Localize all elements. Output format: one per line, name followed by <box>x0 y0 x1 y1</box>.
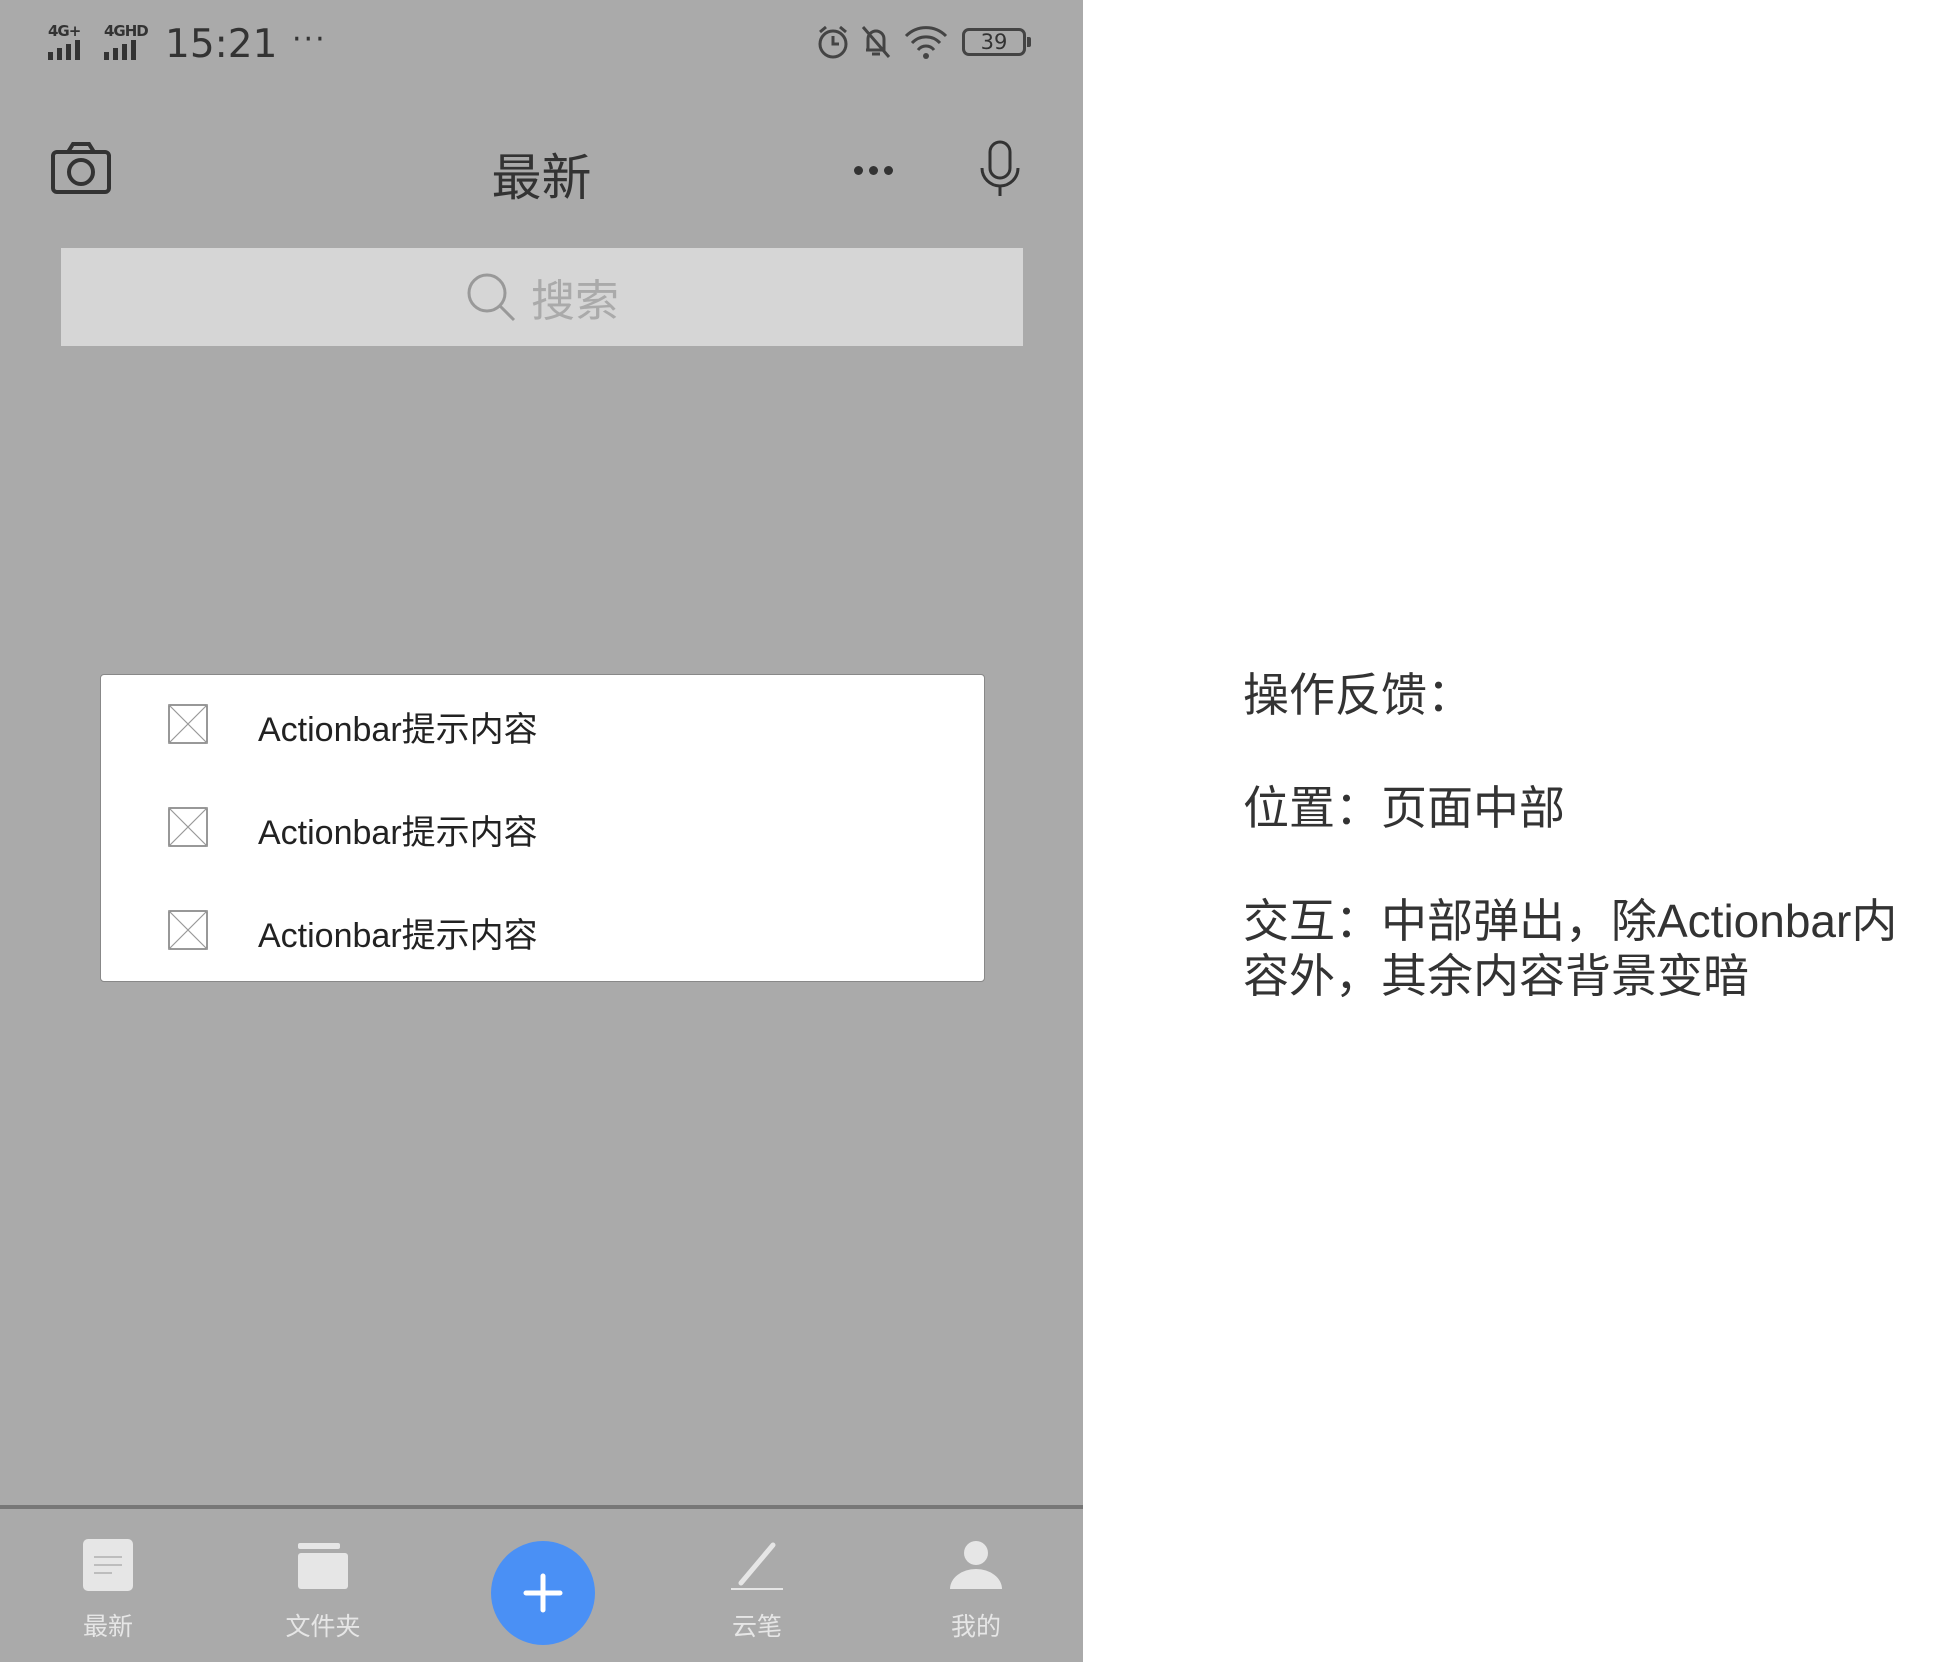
wifi-icon <box>904 26 948 59</box>
nav-label: 文件夹 <box>285 1612 361 1641</box>
placeholder-image-icon <box>168 807 208 847</box>
search-placeholder: 搜索 <box>531 276 619 327</box>
nav-label: 最新 <box>82 1612 133 1641</box>
annotation-heading: 操作反馈： <box>1243 669 1473 721</box>
action-item-label: Actionbar提示内容 <box>258 711 538 749</box>
action-bar-popup: Actionbar提示内容 Actionbar提示内容 Actionbar提示内… <box>100 674 985 982</box>
battery-icon: 39 <box>962 28 1031 56</box>
pen-icon <box>731 1542 783 1590</box>
action-item-label: Actionbar提示内容 <box>258 917 538 955</box>
plus-icon <box>523 1573 563 1613</box>
network-type-2: 4GHD <box>104 22 149 40</box>
network-type-1: 4G+ <box>48 22 81 40</box>
nav-label: 云笔 <box>731 1612 782 1641</box>
nav-item-latest[interactable]: 最新 <box>48 1537 168 1647</box>
bell-off-icon <box>861 26 891 58</box>
top-app-bar: 最新 <box>0 120 1083 220</box>
page-title: 最新 <box>491 149 592 207</box>
action-item[interactable]: Actionbar提示内容 <box>101 787 984 867</box>
alarm-icon <box>818 25 848 59</box>
signal-bars-icon <box>104 40 136 60</box>
status-bar: 4G+ 4GHD 15:21 ··· 39 <box>0 0 1083 90</box>
folder-icon <box>298 1543 348 1589</box>
action-item[interactable]: Actionbar提示内容 <box>101 890 984 970</box>
signal-bars-icon <box>48 40 80 60</box>
annotation-interaction-line1: 交互：中部弹出，除Actionbar内 <box>1243 895 1898 947</box>
nav-item-mine[interactable]: 我的 <box>916 1537 1036 1647</box>
status-time: 15:21 <box>165 22 278 67</box>
action-item-label: Actionbar提示内容 <box>258 814 538 852</box>
placeholder-image-icon <box>168 910 208 950</box>
microphone-icon[interactable] <box>978 140 1022 200</box>
placeholder-image-icon <box>168 704 208 744</box>
signal-strength-1: 4G+ <box>48 22 94 60</box>
signal-strength-2: 4GHD <box>104 22 150 60</box>
nav-label: 我的 <box>950 1612 1001 1641</box>
action-item[interactable]: Actionbar提示内容 <box>101 684 984 764</box>
more-icon[interactable] <box>848 150 898 190</box>
status-more-indicator: ··· <box>292 22 327 57</box>
annotation-panel: 操作反馈： 位置：页面中部 交互：中部弹出，除Actionbar内 容外，其余内… <box>1243 668 1933 1004</box>
document-icon <box>83 1539 133 1591</box>
add-button[interactable] <box>491 1541 595 1645</box>
nav-item-folder[interactable]: 文件夹 <box>263 1537 383 1647</box>
search-input[interactable]: 搜索 <box>61 248 1023 346</box>
nav-item-cloud-pen[interactable]: 云笔 <box>697 1537 817 1647</box>
phone-screen: 4G+ 4GHD 15:21 ··· 39 最新 搜索 Actionbar提示内… <box>0 0 1083 1662</box>
annotation-position: 位置：页面中部 <box>1243 782 1565 834</box>
search-icon <box>467 273 516 322</box>
annotation-interaction-line2: 容外，其余内容背景变暗 <box>1243 950 1749 1002</box>
user-icon <box>950 1541 1002 1589</box>
